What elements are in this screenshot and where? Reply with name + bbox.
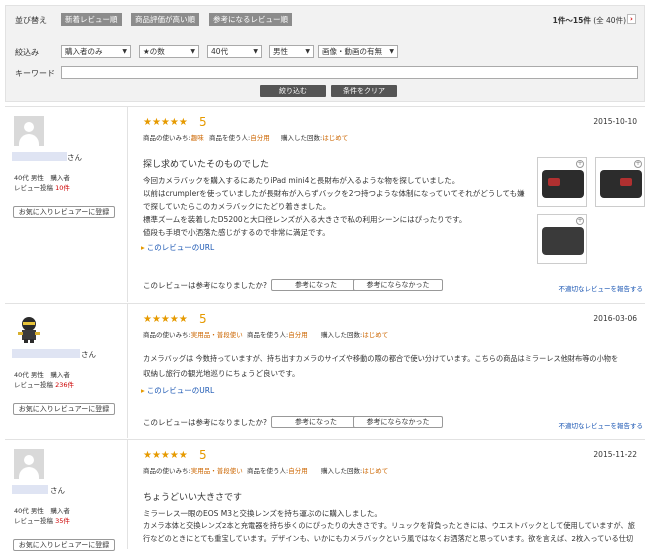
review-content: ★★★★★ 5 2016-03-06 商品の使いみち:実用品・普段使い 商品を使… (129, 304, 645, 438)
star-rating: ★★★★★ (143, 450, 188, 461)
narrow-label: 絞込み (15, 48, 39, 57)
reviewer-info: 40代 男性 購入者 (14, 174, 70, 182)
result-count: 1件〜15件 (全 40件) (552, 16, 626, 25)
favorite-reviewer-button[interactable]: お気に入りレビュアーに登録 (13, 403, 115, 415)
helpful-question: このレビューは参考になりましたか? (143, 418, 267, 427)
sort-label: 並び替え (15, 16, 47, 25)
review-photo-thumbnail[interactable]: + (595, 157, 645, 207)
reviewer-name-suffix: さん (50, 486, 65, 495)
star-rating: ★★★★★ (143, 314, 188, 325)
reviewer-info: 40代 男性 購入者 (14, 507, 70, 515)
purchaser-select[interactable]: 購入者のみ ▼ (61, 45, 131, 58)
rating-score: 5 (199, 115, 207, 129)
reviewer-panel: さん 40代 男性 購入者 レビュー投稿 236件 お気に入りレビュアーに登録 (5, 304, 128, 438)
review-body-line: で探していたらこのカメラバックにたどり着きました。 (143, 202, 331, 211)
reviewer-name-redacted (12, 152, 67, 161)
meta-user: 商品を使う人:自分用 (209, 134, 270, 142)
rating-score: 5 (199, 448, 207, 462)
star-rating: ★★★★★ (143, 117, 188, 128)
helpful-yes-button[interactable]: 参考になった (271, 416, 361, 428)
clear-filter-button[interactable]: 条件をクリア (331, 85, 397, 97)
review-item: さん 40代 男性 購入者 レビュー投稿 236件 お気に入りレビュアーに登録 … (5, 303, 645, 438)
review-date: 2015-11-22 (593, 450, 637, 459)
sort-newest-button[interactable]: 新着レビュー順 (61, 13, 122, 26)
chevron-down-icon: ▼ (190, 48, 195, 55)
zoom-icon: + (576, 160, 584, 168)
sort-helpful-button[interactable]: 参考になるレビュー順 (209, 13, 292, 26)
review-photo-thumbnail[interactable]: + (537, 214, 587, 264)
gender-select[interactable]: 男性 ▼ (269, 45, 314, 58)
reviewer-name-suffix: さん (81, 350, 96, 359)
report-review-link[interactable]: 不適切なレビューを報告する (559, 283, 644, 293)
keyword-label: キーワード (15, 69, 55, 78)
chevron-down-icon: ▼ (122, 48, 127, 55)
zoom-icon: + (634, 160, 642, 168)
review-item: さん 40代 男性 購入者 レビュー投稿 10件 お気に入りレビュアーに登録 ★… (5, 106, 645, 302)
reviewer-name-suffix: さん (67, 153, 82, 162)
reviewer-post-count: レビュー投稿 35件 (14, 517, 70, 525)
review-date: 2015-10-10 (593, 117, 637, 126)
review-body-line: 標準ズームを装着したD5200と大口径レンズが入る大きさで私の利用シーンにはぴっ… (143, 215, 467, 224)
zoom-icon: + (576, 217, 584, 225)
review-body-line: ミラーレス一眼のEOS M3と交換レンズを持ち運ぶのに購入しました。 (143, 509, 382, 518)
review-body-line: 収納し旅行の観光地巡りにちょうど良いです。 (143, 369, 300, 378)
keyword-input[interactable] (61, 66, 638, 79)
review-body-line: カメラバッグは 今数持っていますが、持ち出すカメラのサイズや移動の際の都合で使い… (143, 354, 619, 363)
favorite-reviewer-button[interactable]: お気に入りレビュアーに登録 (13, 206, 115, 218)
avatar[interactable] (14, 116, 44, 146)
reviewer-info: 40代 男性 購入者 (14, 371, 70, 379)
meta-purchase-count: 購入した回数:はじめて (281, 134, 349, 142)
chevron-down-icon: ▼ (389, 48, 394, 55)
review-item: さん 40代 男性 購入者 レビュー投稿 35件 お気に入りレビュアーに登録 ★… (5, 439, 645, 551)
reviewer-name-redacted (12, 349, 80, 358)
avatar[interactable] (14, 449, 44, 479)
review-content: ★★★★★ 5 2015-11-22 商品の使いみち:実用品・普段使い 商品を使… (129, 440, 645, 549)
review-body-line: 行などのときにとても重宝しています。デザインも、いかにもカメラバックという風では… (143, 534, 634, 543)
helpful-yes-button[interactable]: 参考になった (271, 279, 361, 291)
review-content: ★★★★★ 5 2015-10-10 商品の使いみち:趣味 商品を使う人:自分用… (129, 107, 645, 302)
reviewer-panel: さん 40代 男性 購入者 レビュー投稿 35件 お気に入りレビュアーに登録 (5, 440, 128, 551)
avatar[interactable] (14, 313, 44, 343)
meta-usage: 商品の使いみち:実用品・普段使い (143, 467, 243, 475)
meta-user: 商品を使う人:自分用 (247, 467, 308, 475)
review-date: 2016-03-06 (593, 314, 637, 323)
reviewer-panel: さん 40代 男性 購入者 レビュー投稿 10件 お気に入りレビュアーに登録 (5, 107, 128, 302)
rating-score: 5 (199, 312, 207, 326)
chevron-down-icon: ▼ (253, 48, 258, 55)
helpful-question: このレビューは参考になりましたか? (143, 281, 267, 290)
review-title: ちょうどいい大きさです (143, 493, 243, 503)
reviewer-post-count: レビュー投稿 236件 (14, 381, 74, 389)
review-title: 探し求めていたそのものでした (143, 160, 270, 170)
meta-usage: 商品の使いみち:実用品・普段使い (143, 331, 243, 339)
star-count-select[interactable]: ★の数 ▼ (139, 45, 199, 58)
chevron-down-icon: ▼ (305, 48, 310, 55)
media-select[interactable]: 画像・動画の有無 ▼ (318, 45, 398, 58)
reviewer-name-redacted (12, 485, 48, 494)
meta-purchase-count: 購入した回数:はじめて (321, 467, 389, 475)
review-url-link[interactable]: このレビューのURL (141, 385, 214, 396)
review-photo-thumbnail[interactable]: + (537, 157, 587, 207)
review-body-line: カメラ本体と交換レンズ2本と充電器を持ち歩くのにぴったりの大きさです。リュックを… (143, 521, 635, 530)
helpful-no-button[interactable]: 参考にならなかった (353, 279, 443, 291)
reviewer-post-count: レビュー投稿 10件 (14, 184, 70, 192)
meta-usage: 商品の使いみち:趣味 (143, 134, 204, 142)
sort-rating-button[interactable]: 商品評価が高い順 (131, 13, 199, 26)
review-url-link[interactable]: このレビューのURL (141, 242, 214, 253)
review-body-line: 以前はcrumplerを使っていましたが長財布が入らずバックを2つ持つような体制… (143, 189, 525, 198)
meta-purchase-count: 購入した回数:はじめて (321, 331, 389, 339)
chevron-right-icon[interactable]: › (627, 14, 636, 24)
review-filter-panel: 並び替え 新着レビュー順 商品評価が高い順 参考になるレビュー順 1件〜15件 … (5, 5, 645, 102)
report-review-link[interactable]: 不適切なレビューを報告する (559, 420, 644, 430)
age-select[interactable]: 40代 ▼ (207, 45, 262, 58)
favorite-reviewer-button[interactable]: お気に入りレビュアーに登録 (13, 539, 115, 551)
helpful-no-button[interactable]: 参考にならなかった (353, 416, 443, 428)
review-body-line: 今回カメラバックを購入するにあたりiPad mini4と長財布が入るような物を探… (143, 176, 460, 185)
apply-filter-button[interactable]: 絞り込む (260, 85, 326, 97)
review-body-line: 値段も手頃で小洒落た感じがするので非常に満足です。 (143, 228, 330, 237)
meta-user: 商品を使う人:自分用 (247, 331, 308, 339)
